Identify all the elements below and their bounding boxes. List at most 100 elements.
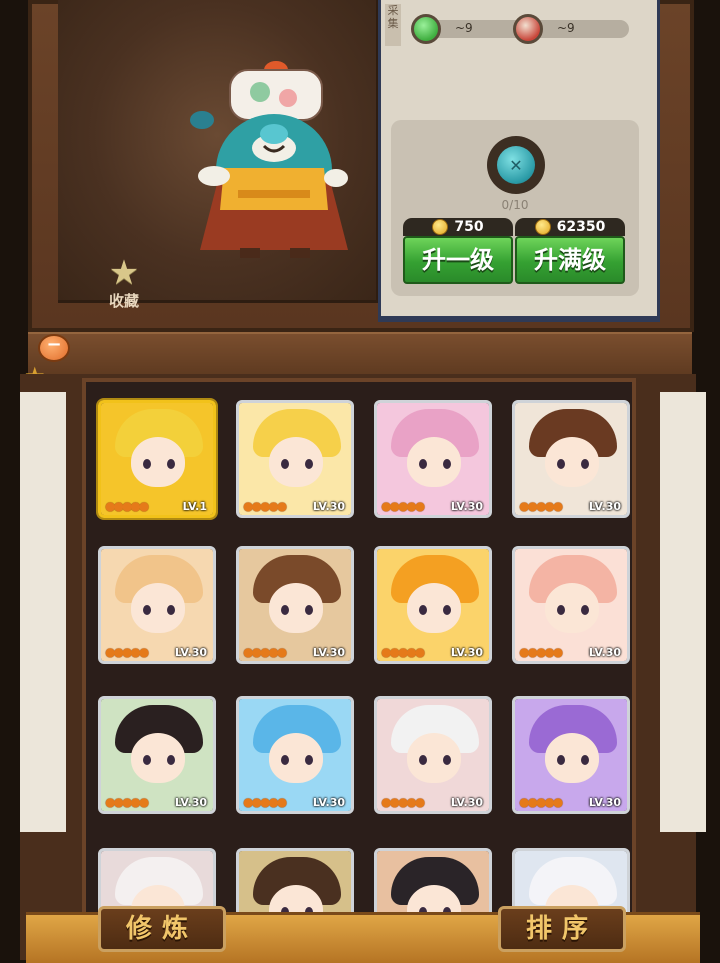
side-tab-gather[interactable]: 采集 [385, 4, 401, 46]
character-card[interactable]: ●●●●● LV.30 [98, 546, 216, 664]
character-card[interactable]: ●●●●● LV.30 [512, 696, 630, 814]
eye [281, 605, 289, 615]
upgrade-stone-icon: ✕ [487, 136, 545, 194]
star-rating: ●●●●● [381, 499, 425, 513]
eye [557, 459, 565, 469]
character-face [131, 583, 185, 633]
character-card[interactable]: ●●●●● LV.30 [98, 696, 216, 814]
character-face [407, 583, 461, 633]
shelf-divider [28, 332, 692, 379]
character-face [269, 437, 323, 487]
eye [167, 755, 175, 765]
level-label: LV.30 [312, 500, 345, 513]
coin-icon [534, 219, 551, 235]
eye [143, 755, 151, 765]
star-rating: ●●●●● [519, 499, 563, 513]
eye [167, 459, 175, 469]
panel-border [378, 316, 660, 322]
favorite-label: 收藏 [108, 292, 139, 310]
material-count: ~9 [455, 21, 473, 35]
character-card[interactable] [236, 848, 354, 918]
max-level-cost-value: 62350 [556, 219, 606, 235]
star-rating: ●●●●● [243, 499, 287, 513]
eye [167, 605, 175, 615]
star-rating: ●●●●● [105, 499, 149, 513]
upgrade-max-level-button[interactable]: 升满级 [515, 236, 625, 284]
material-bar [427, 20, 527, 38]
character-card[interactable]: ●●●●● LV.30 [374, 696, 492, 814]
level-label: LV.30 [174, 796, 207, 809]
material-red: ~9 [513, 14, 633, 44]
character-card[interactable]: ●●●●● LV.30 [512, 400, 630, 518]
character-card[interactable]: ●●●●● LV.30 [236, 400, 354, 518]
upgrade-progress: 0/10 [501, 198, 529, 212]
level-label: LV.30 [174, 646, 207, 659]
upgrade-box: ✕ 0/10 750 升一级 62350 升满级 [391, 120, 639, 296]
level-label: LV.30 [312, 646, 345, 659]
level-label: LV.30 [450, 646, 483, 659]
character-card[interactable]: ●●●●● LV.30 [236, 696, 354, 814]
star-rating: ●●●●● [105, 645, 149, 659]
max-level-cost: 62350 [515, 218, 625, 236]
star-rating: ●●●●● [381, 645, 425, 659]
one-level-cost: 750 [403, 218, 513, 236]
collapse-button[interactable]: − [38, 334, 70, 362]
eye [557, 755, 565, 765]
level-label: LV.30 [450, 500, 483, 513]
star-rating: ●●●●● [519, 795, 563, 809]
eye [581, 605, 589, 615]
character-face [407, 437, 461, 487]
character-face [545, 437, 599, 487]
level-label: LV.1 [182, 500, 207, 513]
level-label: LV.30 [588, 500, 621, 513]
character-portrait [239, 851, 351, 915]
eye [443, 459, 451, 469]
character-card[interactable]: ●●●●● LV.30 [512, 546, 630, 664]
star-rating: ●●●●● [243, 795, 287, 809]
eye [557, 605, 565, 615]
character-card[interactable]: ●●●●● LV.30 [236, 546, 354, 664]
cultivate-button[interactable]: 修炼 [98, 906, 226, 952]
eye [305, 459, 313, 469]
material-bar [529, 20, 629, 38]
material-count: ~9 [557, 21, 575, 35]
level-label: LV.30 [588, 796, 621, 809]
pet-grid: ●●●●● LV.1 ●●●●● LV.30 ●●●●● LV.30 ●●●●● LV.30 ●… [82, 378, 636, 960]
sort-button[interactable]: 排序 [498, 906, 626, 952]
star-icon: ★ [108, 253, 140, 293]
character-face [269, 583, 323, 633]
upgrade-panel: 采集 ~9 ~9 ✕ 0/10 750 升一级 62350 升满级 [378, 0, 660, 320]
red-bowl-icon [513, 14, 543, 44]
character-face [269, 733, 323, 783]
star-rating: ●●●●● [381, 795, 425, 809]
star-rating: ●●●●● [105, 795, 149, 809]
eye [305, 605, 313, 615]
character-face [545, 583, 599, 633]
character-face [131, 437, 185, 487]
eye [419, 755, 427, 765]
level-label: LV.30 [588, 646, 621, 659]
character-portrait [377, 851, 489, 915]
character-card[interactable] [374, 848, 492, 918]
eye [281, 755, 289, 765]
character-face [131, 733, 185, 783]
character-face [545, 733, 599, 783]
character-face [407, 733, 461, 783]
eye [443, 755, 451, 765]
eye [143, 605, 151, 615]
eye [281, 459, 289, 469]
eye [143, 459, 151, 469]
green-orb-icon [411, 14, 441, 44]
level-label: LV.30 [312, 796, 345, 809]
upgrade-one-level-button[interactable]: 升一级 [403, 236, 513, 284]
character-card[interactable]: ●●●●● LV.30 [374, 546, 492, 664]
eye [419, 605, 427, 615]
eye [419, 459, 427, 469]
character-card[interactable]: ●●●●● LV.1 [98, 400, 216, 518]
favorite-button[interactable]: ★ 收藏 [96, 256, 152, 311]
pet-teapot-penguin-image[interactable] [178, 50, 368, 260]
eye [443, 605, 451, 615]
eye [581, 755, 589, 765]
coin-icon [432, 219, 449, 235]
character-card[interactable]: ●●●●● LV.30 [374, 400, 492, 518]
